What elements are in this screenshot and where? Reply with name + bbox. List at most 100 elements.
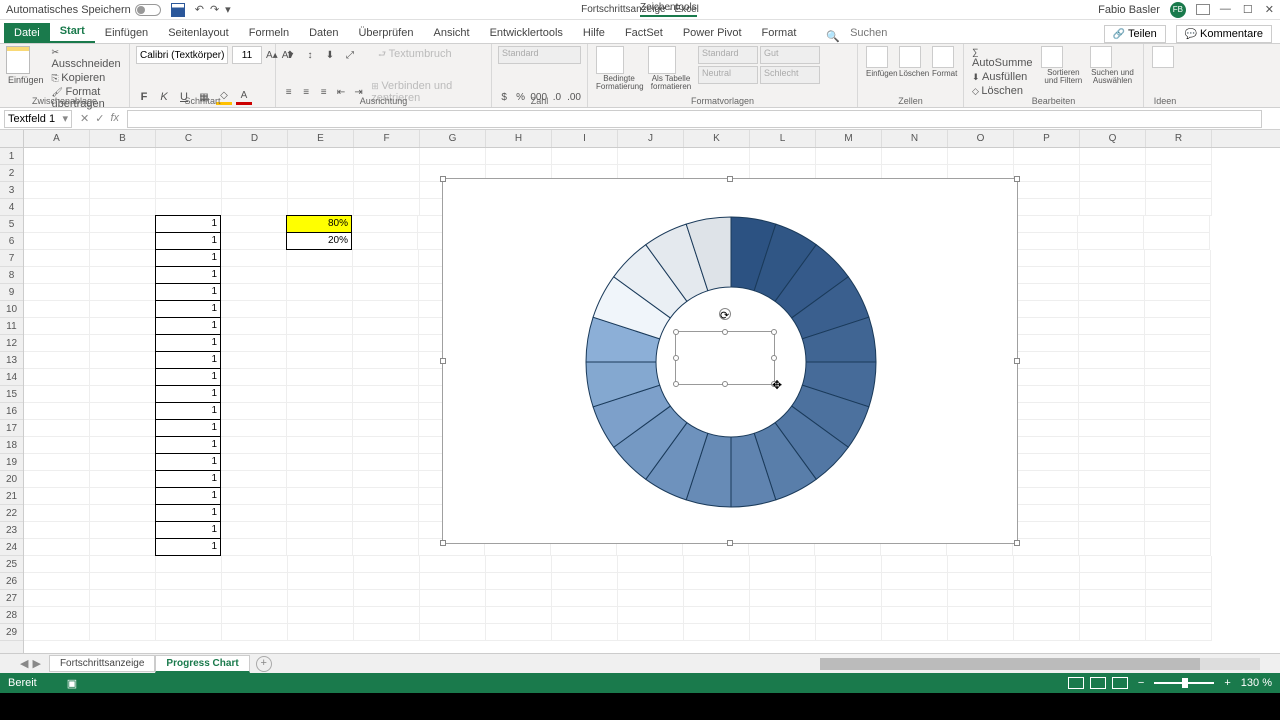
table-format-button[interactable]: Als Tabelle formatieren [646,74,696,92]
tab-devtools[interactable]: Entwicklertools [480,23,573,43]
tab-powerpivot[interactable]: Power Pivot [673,23,752,43]
select-all-corner[interactable] [0,130,24,148]
fx-icon[interactable]: fx [110,112,119,125]
chart-object[interactable]: ⟳ ✥ [442,178,1018,544]
enter-formula-icon[interactable]: ✓ [95,112,104,125]
cells-insert-icon[interactable] [866,46,888,68]
add-sheet-button[interactable]: + [256,656,272,672]
tab-view[interactable]: Ansicht [423,23,479,43]
wrap-text-button[interactable]: ⮐ Textumbruch [376,46,454,64]
zoom-level[interactable]: 130 % [1241,677,1272,689]
table-format-icon[interactable] [648,46,676,74]
zoom-thumb[interactable] [1182,678,1188,688]
horizontal-scrollbar[interactable] [820,658,1260,670]
tab-start[interactable]: Start [50,21,95,43]
cells-format[interactable]: Format [930,68,959,79]
qat-dropdown-icon[interactable]: ▾ [225,3,231,16]
tab-insert[interactable]: Einfügen [95,23,158,43]
cut-button[interactable]: ✂ Ausschneiden [50,46,123,71]
page-break-view-icon[interactable] [1112,677,1128,689]
textbox-selection[interactable]: ⟳ ✥ [675,331,775,385]
sort-icon[interactable] [1041,46,1063,68]
fill-button[interactable]: ⬇ Ausfüllen [970,70,1039,84]
comments-button[interactable]: 💬 Kommentare [1176,25,1272,43]
paste-icon[interactable] [6,46,30,74]
row-headers[interactable]: 1234567891011121314151617181920212223242… [0,148,24,653]
align-bottom-icon[interactable]: ⬇ [322,47,338,63]
tab-file[interactable]: Datei [4,23,50,43]
font-size-select[interactable] [232,46,262,64]
rotate-handle[interactable]: ⟳ [719,308,731,320]
copy-button[interactable]: ⎘ Kopieren [50,71,123,85]
cells-delete[interactable]: Löschen [897,68,930,79]
ribbon-display-icon[interactable] [1196,4,1210,15]
close-icon[interactable]: ✕ [1265,3,1274,16]
style-standard[interactable]: Standard [698,46,758,64]
tb-handle-e[interactable] [771,355,777,361]
orientation-icon[interactable]: ⤢ [342,47,358,63]
sort-button[interactable]: Sortieren und Filtern [1039,68,1088,86]
tab-help[interactable]: Hilfe [573,23,615,43]
save-icon[interactable] [171,3,185,17]
name-box[interactable]: Textfeld 1▾ [4,110,72,128]
resize-handle-n[interactable] [727,176,733,182]
sheet-nav[interactable]: ◀▶ [20,657,41,670]
cancel-formula-icon[interactable]: ✕ [80,112,89,125]
cells-insert[interactable]: Einfügen [864,68,897,79]
column-headers[interactable]: ABCDEFGHIJKLMNOPQR [24,130,1280,148]
sheet-tab-2[interactable]: Progress Chart [155,655,249,673]
font-family-select[interactable] [136,46,228,64]
align-top-icon[interactable]: ⬆ [282,47,298,63]
contextual-tab-label[interactable]: Zeichentools [640,2,697,17]
page-layout-view-icon[interactable] [1090,677,1106,689]
tab-factset[interactable]: FactSet [615,23,673,43]
number-format-select[interactable]: Standard [498,46,581,64]
zoom-out-icon[interactable]: − [1138,677,1144,689]
cells-area[interactable]: ⟳ ✥ 180%120%111111111111111111 [24,148,1280,653]
align-middle-icon[interactable]: ↕ [302,47,318,63]
resize-handle-s[interactable] [727,540,733,546]
tb-handle-w[interactable] [673,355,679,361]
macro-record-icon[interactable]: ▣ [67,677,77,690]
tb-handle-se[interactable] [771,381,777,387]
tb-handle-s[interactable] [722,381,728,387]
paste-button[interactable]: Einfügen [6,74,46,86]
user-name[interactable]: Fabio Basler [1098,4,1160,16]
cells-delete-icon[interactable] [899,46,921,68]
tab-review[interactable]: Überprüfen [348,23,423,43]
resize-handle-se[interactable] [1014,540,1020,546]
resize-handle-w[interactable] [440,358,446,364]
style-neutral[interactable]: Neutral [698,66,758,84]
style-bad[interactable]: Schlecht [760,66,820,84]
tb-handle-n[interactable] [722,329,728,335]
avatar[interactable]: FB [1170,2,1186,18]
resize-handle-sw[interactable] [440,540,446,546]
toggle-switch[interactable] [135,4,161,16]
style-good[interactable]: Gut [760,46,820,64]
tab-pagelayout[interactable]: Seitenlayout [158,23,239,43]
ideas-icon[interactable] [1152,46,1174,68]
tb-handle-nw[interactable] [673,329,679,335]
zoom-in-icon[interactable]: + [1224,677,1230,689]
resize-handle-nw[interactable] [440,176,446,182]
tab-formulas[interactable]: Formeln [239,23,299,43]
worksheet-grid[interactable]: ABCDEFGHIJKLMNOPQR 123456789101112131415… [0,130,1280,653]
search-icon[interactable]: 🔍 [826,30,840,43]
cells-format-icon[interactable] [932,46,954,68]
redo-icon[interactable]: ↷ [210,3,219,16]
formula-bar[interactable] [127,110,1262,128]
normal-view-icon[interactable] [1068,677,1084,689]
sheet-tab-1[interactable]: Fortschrittsanzeige [49,655,155,672]
hscroll-thumb[interactable] [820,658,1200,670]
undo-icon[interactable]: ↶ [195,3,204,16]
autosum-button[interactable]: ∑ AutoSumme [970,46,1039,70]
minimize-icon[interactable]: — [1220,3,1231,16]
tab-data[interactable]: Daten [299,23,348,43]
find-button[interactable]: Suchen und Auswählen [1088,68,1137,86]
tb-handle-ne[interactable] [771,329,777,335]
cond-format-button[interactable]: Bedingte Formatierung [594,74,644,92]
search-input[interactable] [840,23,920,43]
tb-handle-sw[interactable] [673,381,679,387]
resize-handle-e[interactable] [1014,358,1020,364]
resize-handle-ne[interactable] [1014,176,1020,182]
